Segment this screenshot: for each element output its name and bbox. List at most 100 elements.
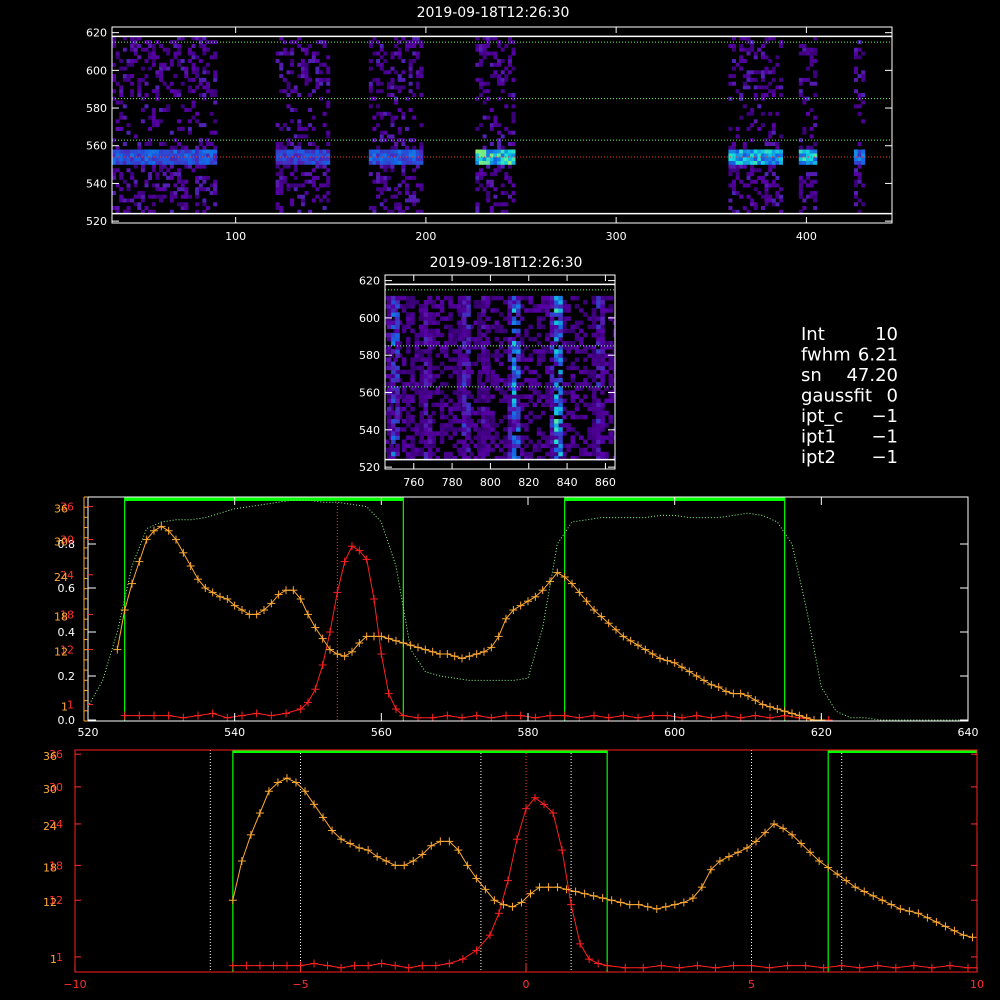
- heatmap-cell: [583, 332, 588, 338]
- heatmap-cell: [448, 316, 453, 321]
- heatmap-cell: [462, 382, 467, 387]
- heatmap-cell: [376, 145, 381, 150]
- heatmap-cell: [414, 447, 419, 453]
- heatmap-cell: [300, 194, 305, 199]
- heatmap-cell: [490, 423, 495, 428]
- heatmap-cell: [191, 168, 196, 173]
- heatmap-cell: [177, 142, 182, 146]
- heatmap-cell: [431, 431, 436, 436]
- heatmap-cell: [390, 134, 395, 139]
- stat-row: Int 10: [801, 324, 898, 345]
- heatmap-cell: [418, 439, 424, 444]
- heatmap-cell: [511, 398, 517, 403]
- heatmap-cell: [379, 62, 384, 67]
- heatmap-cell: [511, 369, 517, 375]
- heatmap-cell: [753, 168, 758, 173]
- x-tick-label: 580: [518, 726, 539, 739]
- heatmap-cell: [742, 74, 747, 79]
- heatmap-cell: [771, 70, 776, 75]
- heatmap-cell: [746, 194, 751, 199]
- heatmap-cell: [516, 443, 521, 449]
- heatmap-cell: [159, 194, 163, 199]
- heatmap-cell: [184, 145, 189, 150]
- heatmap-cell: [202, 149, 207, 154]
- heatmap-cell: [469, 439, 474, 444]
- heatmap-cell: [515, 394, 521, 399]
- heatmap-cell: [742, 160, 747, 165]
- heatmap-cell: [386, 175, 391, 180]
- heatmap-cell: [383, 179, 388, 184]
- heatmap-cell: [482, 55, 487, 60]
- heatmap-cell: [507, 431, 513, 436]
- heatmap-cell: [728, 44, 733, 48]
- heatmap-cell: [511, 183, 516, 188]
- heatmap-cell: [528, 398, 533, 403]
- heatmap-cell: [290, 142, 295, 146]
- heatmap-cell: [386, 316, 392, 321]
- heatmap-cell: [395, 365, 400, 371]
- heatmap-cell: [600, 300, 605, 305]
- heatmap-cell: [427, 320, 433, 325]
- heatmap-cell: [444, 345, 449, 350]
- heatmap-cell: [760, 51, 765, 56]
- heatmap-cell: [391, 300, 396, 305]
- heatmap-cell: [760, 77, 765, 82]
- heatmap-cell: [195, 164, 200, 169]
- heatmap-cell: [570, 341, 575, 346]
- heatmap-cell: [173, 160, 178, 165]
- heatmap-cell: [490, 427, 495, 432]
- heatmap-cell: [861, 74, 866, 79]
- heatmap-cell: [570, 390, 575, 395]
- heatmap-cell: [490, 439, 495, 444]
- heatmap-cell: [448, 373, 453, 379]
- heatmap-cell: [570, 328, 575, 334]
- heatmap-cell: [507, 439, 513, 444]
- heatmap-cell: [209, 142, 214, 146]
- heatmap-cell: [494, 295, 500, 301]
- heatmap-cell: [549, 320, 555, 325]
- heatmap-cell: [401, 164, 406, 169]
- heatmap-cell: [133, 59, 138, 63]
- heatmap-cell: [511, 160, 516, 165]
- heatmap-cell: [481, 349, 486, 354]
- heatmap-cell: [326, 157, 331, 161]
- heatmap-cell: [401, 59, 406, 63]
- heatmap-cell: [293, 149, 298, 154]
- heatmap-cell: [775, 202, 780, 207]
- heatmap-cell: [159, 149, 163, 154]
- heatmap-cell: [423, 324, 429, 330]
- heatmap-cell: [486, 198, 491, 203]
- heatmap-cell: [293, 187, 298, 192]
- heatmap-cell: [503, 443, 508, 449]
- heatmap-cell: [180, 179, 185, 184]
- heatmap-cell: [549, 373, 555, 379]
- heatmap-cell: [511, 349, 517, 354]
- heatmap-cell: [159, 142, 163, 146]
- heatmap-cell: [311, 149, 316, 154]
- heatmap-cell: [290, 160, 295, 165]
- heatmap-cell: [412, 160, 417, 165]
- heatmap-cell: [806, 149, 810, 154]
- heatmap-cell: [566, 341, 571, 346]
- heatmap-cell: [112, 44, 116, 48]
- heatmap-cell: [180, 145, 185, 150]
- heatmap-cell: [326, 179, 331, 184]
- heatmap-cell: [423, 369, 429, 375]
- heatmap-cell: [511, 142, 516, 146]
- heatmap-cell: [444, 324, 449, 330]
- small-heatmap-streak: [592, 295, 605, 461]
- heatmap-cell: [735, 164, 740, 169]
- heatmap-cell: [195, 145, 200, 150]
- heatmap-cell: [753, 157, 758, 161]
- heatmap-cell: [507, 419, 513, 424]
- heatmap-cell: [379, 164, 384, 169]
- heatmap-cell: [435, 447, 441, 453]
- heatmap-cell: [386, 361, 392, 367]
- heatmap-cell: [462, 427, 467, 432]
- heatmap-cell: [423, 304, 429, 309]
- heatmap-cell: [462, 295, 467, 301]
- heatmap-cell: [486, 149, 491, 154]
- heatmap-cell: [130, 175, 135, 180]
- heatmap-cell: [383, 111, 388, 116]
- heatmap-cell: [558, 295, 563, 301]
